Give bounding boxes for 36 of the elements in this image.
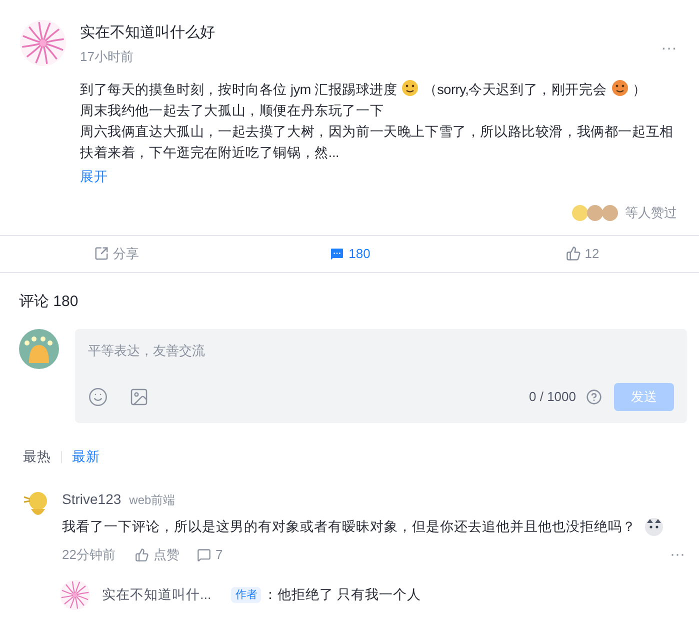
author-name[interactable]: 实在不知道叫什么好 [80, 21, 215, 45]
post-body: 到了每天的摸鱼时刻，按时向各位 jym 汇报踢球进度 （sorry,今天迟到了，刚开完会 ） 周末我约他一起去了大孤山，顺便在丹东玩了一下 周六我俩直达大孤山，一起去摸了大树，因为前一天晚上下雪了，所以路比较滑，我俩都一起互相扶着来着，下午逛完在附近吃了铜锅，然... [80, 78, 677, 162]
help-icon[interactable] [586, 389, 602, 405]
thumbs-up-icon [135, 548, 150, 562]
reply-text: ：他拒绝了 只有我一个人 [263, 586, 422, 604]
emoji-icon [644, 517, 664, 538]
sort-tab[interactable]: 最热 [23, 447, 51, 468]
reply-avatar [60, 580, 90, 610]
comment-button[interactable]: 180 [233, 236, 466, 272]
emoji-icon[interactable] [88, 387, 108, 407]
comment-text: 我看了一下评论，所以是这男的有对象或者有暧昧对象，但是你还去追他并且他也没拒绝吗？ [62, 518, 636, 536]
share-button[interactable]: 分享 [0, 236, 233, 272]
expand-link[interactable]: 展开 [80, 166, 108, 187]
character-counter: 0 / 1000 [529, 388, 576, 406]
author-badge: 作者 [231, 586, 262, 604]
liked-by-text: 等人赞过 [625, 204, 677, 222]
sort-tab[interactable]: 最新 [72, 447, 100, 468]
comment-icon [328, 246, 345, 262]
comment-time: 22分钟前 [62, 546, 116, 564]
more-button[interactable]: ··· [661, 37, 677, 62]
user-avatar [19, 329, 59, 369]
thumbs-up-icon [566, 246, 581, 261]
reply-author[interactable]: 实在不知道叫什... [102, 584, 212, 606]
more-button[interactable]: ··· [670, 544, 685, 566]
like-button[interactable]: 12 [466, 236, 699, 272]
liker-avatars [571, 202, 621, 222]
post-time: 17小时前 [80, 48, 134, 66]
like-button[interactable]: 点赞 [135, 545, 180, 564]
image-icon[interactable] [129, 387, 149, 407]
comments-heading: 评论 180 [19, 292, 80, 312]
commenter-name[interactable]: Strive123 [62, 489, 122, 510]
share-icon [94, 246, 109, 261]
avatar [20, 20, 66, 66]
reply-count-button[interactable]: 7 [197, 545, 223, 564]
commenter-title: web前端 [129, 492, 176, 510]
comment-icon [197, 548, 212, 562]
